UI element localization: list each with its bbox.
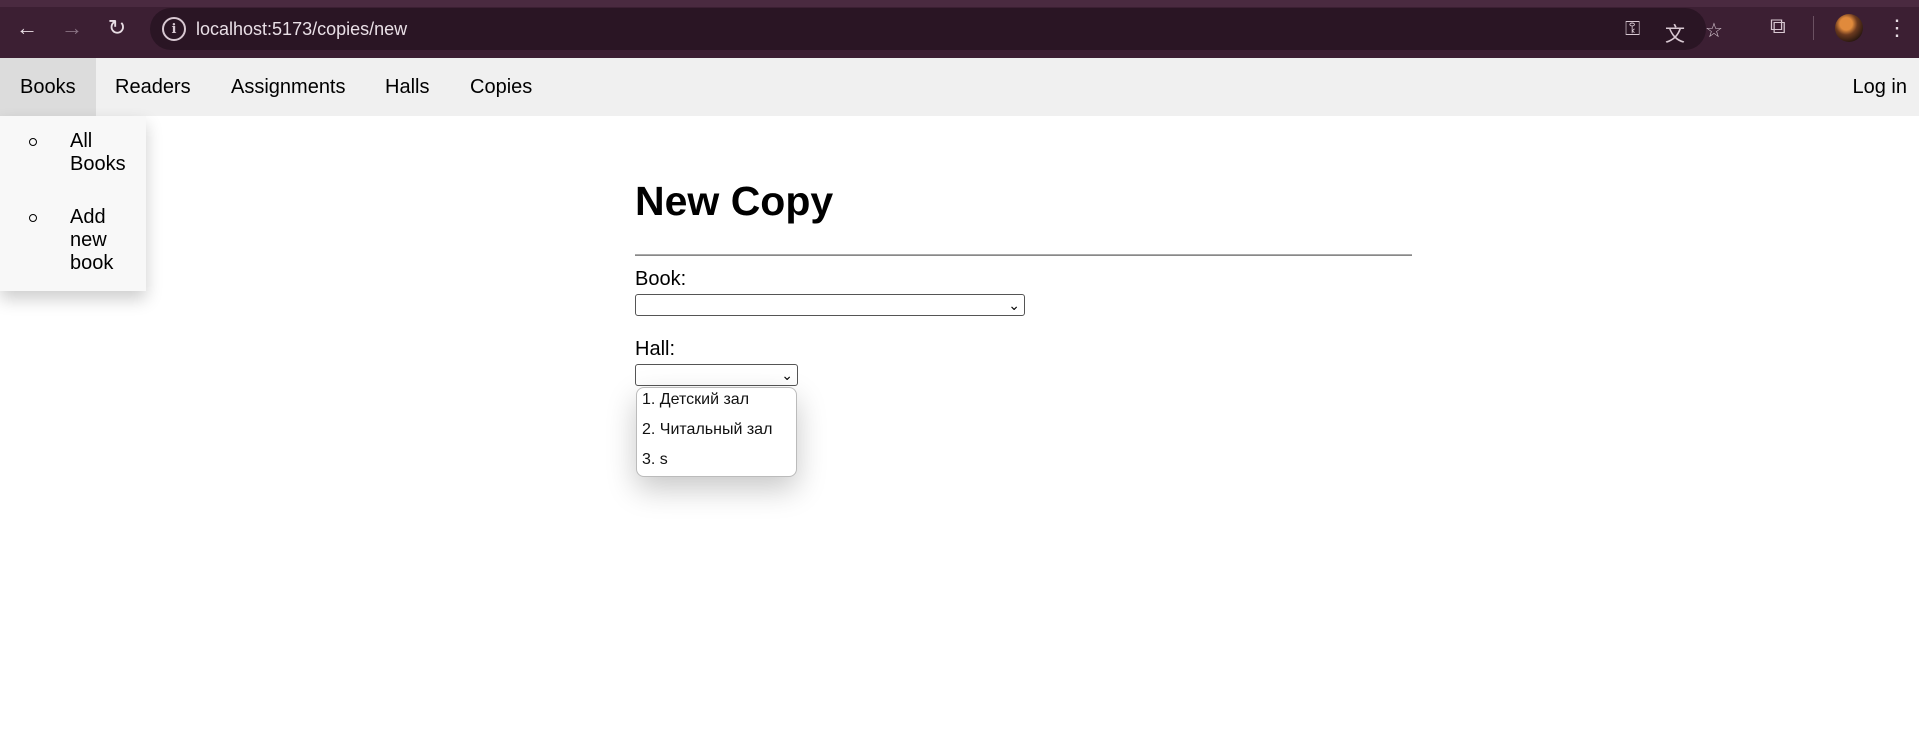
chevron-down-icon: ⌄ [1008, 297, 1020, 313]
divider [635, 254, 1412, 256]
password-key-icon[interactable]: ⚿ [1625, 18, 1640, 41]
site-info-icon[interactable]: i [162, 17, 186, 41]
forward-icon[interactable]: → [56, 12, 88, 44]
back-icon[interactable]: ← [11, 12, 43, 44]
nav-assignments[interactable]: Assignments [211, 58, 366, 116]
nav-copies[interactable]: Copies [450, 58, 552, 116]
bookmark-star-icon[interactable]: ☆ [1705, 18, 1723, 43]
extensions-icon[interactable]: ⧉ [1770, 13, 1786, 39]
translate-icon[interactable]: 文 [1665, 18, 1685, 47]
page-title: New Copy [635, 178, 834, 224]
hall-select[interactable]: ⌄ [635, 364, 798, 386]
hall-options-list: 1. Детский зал 2. Читальный зал 3. s [636, 387, 797, 477]
hall-option[interactable]: 2. Читальный зал [642, 421, 772, 439]
login-link[interactable]: Log in [1853, 58, 1908, 116]
books-dropdown-menu: All Books Add new book [0, 116, 146, 291]
reload-icon[interactable]: ↻ [101, 12, 133, 44]
app-navbar: Books Readers Assignments Halls Copies L… [0, 58, 1919, 116]
hall-option[interactable]: 3. s [642, 451, 668, 469]
address-bar[interactable]: i localhost:5173/copies/new ⚿ 文 ☆ [150, 8, 1723, 50]
menu-item-add-book[interactable]: Add new book [70, 206, 140, 275]
book-label: Book: [635, 268, 687, 290]
book-select[interactable]: ⌄ [635, 294, 1025, 316]
nav-halls[interactable]: Halls [365, 58, 449, 116]
bullet-icon [29, 138, 37, 146]
hall-option[interactable]: 1. Детский зал [642, 391, 749, 409]
nav-readers[interactable]: Readers [95, 58, 211, 116]
browser-toolbar: ← → ↻ i localhost:5173/copies/new ⚿ 文 ☆ … [0, 0, 1919, 58]
tab-strip [0, 0, 1919, 7]
url-text[interactable]: localhost:5173/copies/new [196, 19, 407, 40]
chevron-down-icon: ⌄ [781, 367, 793, 383]
menu-item-all-books[interactable]: All Books [70, 130, 140, 176]
nav-books[interactable]: Books [0, 58, 96, 116]
profile-avatar[interactable] [1835, 14, 1863, 42]
hall-label: Hall: [635, 338, 676, 360]
bullet-icon [29, 214, 37, 222]
toolbar-separator [1813, 16, 1814, 40]
menu-kebab-icon[interactable]: ⋮ [1886, 14, 1908, 42]
